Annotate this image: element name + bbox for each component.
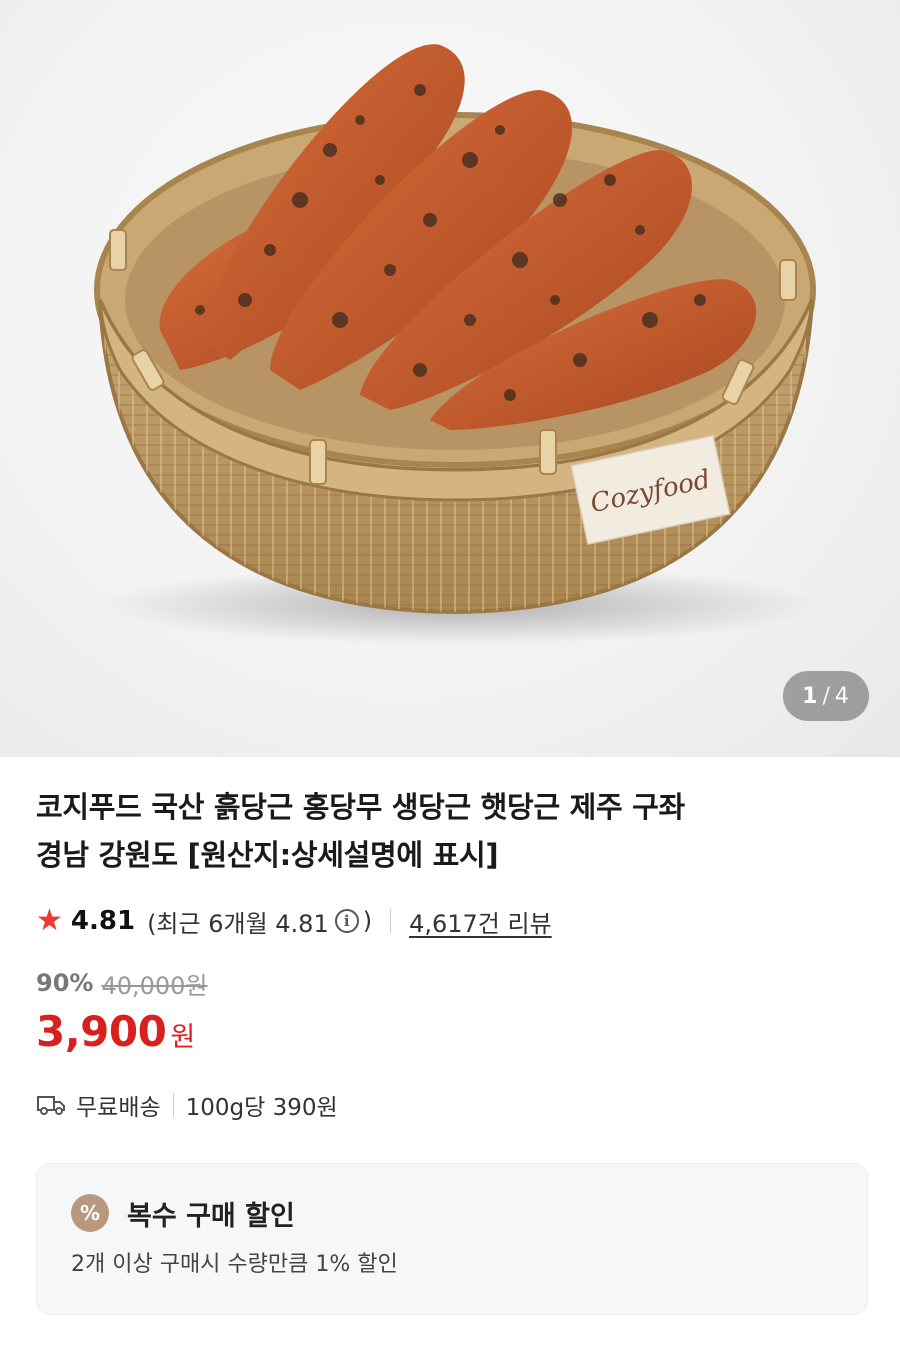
info-icon[interactable]: i — [334, 909, 359, 933]
star-icon: ★ — [36, 903, 63, 938]
shipping-row: 무료배송 100g당 390원 — [36, 1087, 864, 1123]
image-counter: 1 / 4 — [783, 671, 869, 721]
promo-title: 복수 구매 할인 — [127, 1200, 295, 1232]
product-title-line2: 경남 강원도 [원산지:상세설명에 표시] — [36, 838, 499, 872]
price-discount-row: 90% 40,000원 — [36, 965, 864, 1001]
original-price: 40,000원 — [101, 971, 208, 1000]
product-image: Cozyfood — [94, 44, 820, 645]
promo-description: 2개 이상 구매시 수량만큼 1% 할인 — [71, 1252, 398, 1277]
rating-row: ★ 4.81 (최근 6개월 4.81 i ) 4,617건 리뷰 — [36, 901, 864, 941]
product-title: 코지푸드 국산 흙당근 홍당무 생당근 햇당근 제주 구좌 경남 강원도 [원산… — [36, 783, 864, 879]
product-title-line1: 코지푸드 국산 흙당근 홍당무 생당근 햇당근 제주 구좌 — [36, 790, 685, 824]
promo-header: % 복수 구매 할인 — [71, 1192, 833, 1234]
recent-rating-close: ) — [362, 907, 373, 935]
shipping-text: 무료배송 — [76, 1095, 161, 1121]
product-image-gallery[interactable]: Cozyfood 1 / 4 — [0, 0, 900, 757]
discount-rate: 90% — [36, 969, 94, 997]
divider — [172, 1093, 174, 1117]
percent-icon: % — [71, 1194, 109, 1232]
recent-rating-text: (최근 6개월 4.81 — [147, 909, 329, 938]
currency-unit: 원 — [170, 1022, 196, 1053]
product-info: 코지푸드 국산 흙당근 홍당무 생당근 햇당근 제주 구좌 경남 강원도 [원산… — [0, 783, 900, 1315]
image-counter-separator: / — [822, 683, 831, 709]
unit-price: 100g당 390원 — [185, 1095, 338, 1121]
sale-price: 3,900 — [36, 1007, 167, 1056]
review-count-link[interactable]: 4,617건 리뷰 — [409, 904, 552, 939]
truck-icon — [37, 1096, 65, 1115]
divider — [390, 909, 392, 933]
rating-value: 4.81 — [70, 906, 136, 936]
image-counter-current: 1 — [802, 683, 819, 709]
image-counter-total: 4 — [834, 683, 850, 709]
recent-rating: (최근 6개월 4.81 i ) — [147, 904, 372, 939]
bulk-discount-box[interactable]: % 복수 구매 할인 2개 이상 구매시 수량만큼 1% 할인 — [36, 1163, 868, 1315]
sale-price-row: 3,900 원 — [36, 1007, 864, 1061]
